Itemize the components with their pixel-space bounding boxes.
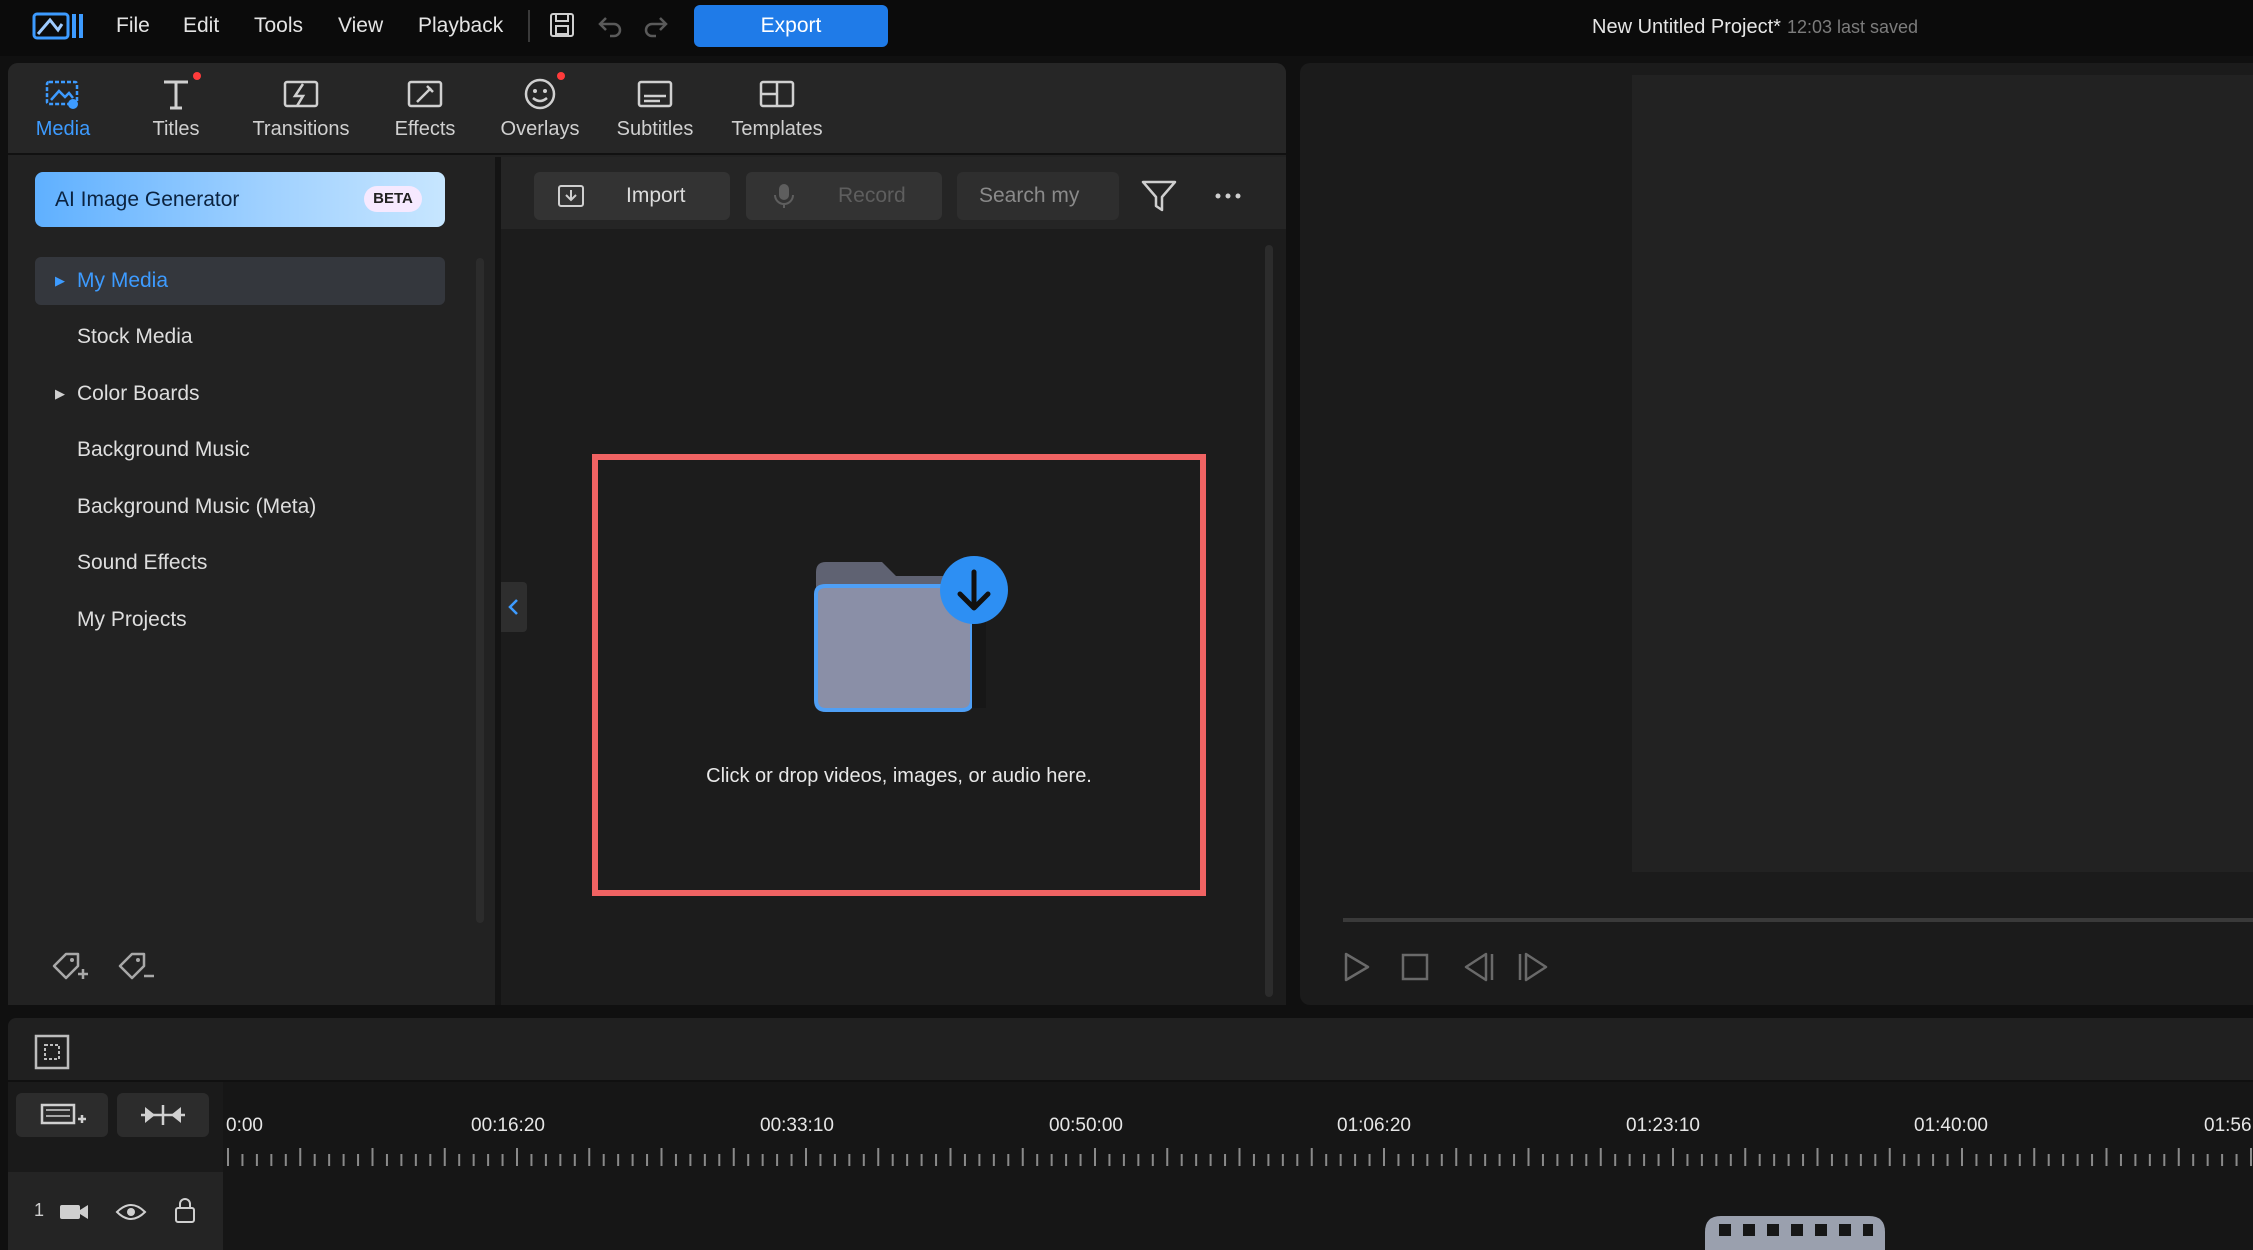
- menu-divider: [528, 10, 530, 42]
- menu-playback[interactable]: Playback: [418, 10, 503, 42]
- templates-icon: [757, 76, 797, 112]
- drop-zone-text: Click or drop videos, images, or audio h…: [706, 765, 1092, 787]
- tab-transitions-label: Transitions: [252, 118, 350, 140]
- expand-arrow-icon: ▶: [55, 386, 65, 401]
- tab-effects-label: Effects: [394, 118, 456, 140]
- sidebar-item-my-media[interactable]: ▶ My Media: [35, 257, 445, 305]
- sidebar-scrollbar[interactable]: [476, 258, 484, 923]
- add-track-button[interactable]: [16, 1093, 108, 1137]
- record-button[interactable]: Record: [746, 172, 942, 220]
- search-input[interactable]: Search my: [957, 172, 1119, 220]
- project-name: New Untitled Project*: [1592, 16, 1781, 38]
- import-label: Import: [626, 184, 686, 207]
- sidebar-item-label: Stock Media: [77, 325, 193, 348]
- tab-media[interactable]: Media: [8, 72, 118, 152]
- overlays-new-badge: [557, 72, 565, 80]
- tab-transitions[interactable]: Transitions: [245, 72, 357, 152]
- ruler-label: 00:33:10: [760, 1115, 834, 1136]
- sidebar-item-label: My Media: [77, 269, 169, 292]
- import-icon: [556, 182, 586, 210]
- video-track-icon: [58, 1200, 90, 1224]
- sidebar-item-label: Background Music (Meta): [77, 495, 317, 518]
- sidebar-item-background-music-meta[interactable]: Background Music (Meta): [35, 483, 445, 531]
- effects-icon: [405, 76, 445, 112]
- menu-tools[interactable]: Tools: [254, 10, 303, 42]
- tab-subtitles-label: Subtitles: [616, 118, 694, 140]
- media-scrollbar[interactable]: [1265, 245, 1273, 997]
- tab-titles[interactable]: Titles: [121, 72, 231, 152]
- sidebar-item-label: My Projects: [77, 608, 187, 631]
- tab-media-label: Media: [35, 118, 91, 140]
- expand-arrow-icon: ▶: [55, 273, 65, 288]
- lock-icon[interactable]: [173, 1196, 197, 1224]
- export-button[interactable]: Export: [694, 5, 888, 47]
- sidebar-item-label: Background Music: [77, 438, 250, 461]
- ruler-label: 01:56: [2204, 1115, 2252, 1136]
- titles-icon: [156, 76, 196, 112]
- menu-edit[interactable]: Edit: [183, 10, 219, 42]
- next-frame-icon[interactable]: [1516, 950, 1552, 984]
- titles-new-badge: [193, 72, 201, 80]
- media-icon: [43, 76, 83, 112]
- last-saved-label: 12:03 last saved: [1786, 17, 1919, 37]
- eye-icon[interactable]: [115, 1200, 147, 1224]
- transitions-icon: [281, 76, 321, 112]
- add-tag-icon[interactable]: [50, 948, 90, 984]
- ruler-label: 0:00: [226, 1115, 263, 1136]
- preview-screen: [1632, 75, 2253, 872]
- chevron-left-icon: [506, 596, 522, 618]
- save-icon[interactable]: [547, 10, 577, 40]
- import-button[interactable]: Import: [534, 172, 730, 220]
- ruler-label: 01:23:10: [1626, 1115, 1700, 1136]
- timeline-ruler[interactable]: [226, 1144, 2253, 1170]
- tab-templates[interactable]: Templates: [722, 72, 832, 152]
- stop-icon[interactable]: [1400, 952, 1430, 982]
- tab-overlays[interactable]: Overlays: [485, 72, 595, 152]
- beta-badge: BETA: [364, 186, 422, 212]
- preview-seek-bar[interactable]: [1343, 918, 2253, 922]
- subtitles-icon: [635, 76, 675, 112]
- timeline-selection-icon[interactable]: [32, 1032, 72, 1072]
- sidebar-item-label: Sound Effects: [77, 551, 208, 574]
- app-logo-icon: [32, 10, 86, 42]
- folder-download-icon: [812, 552, 1012, 712]
- ruler-label: 00:50:00: [1049, 1115, 1123, 1136]
- tab-titles-label: Titles: [152, 118, 200, 140]
- fit-to-window-icon: [139, 1101, 187, 1129]
- sidebar-item-label: Color Boards: [77, 382, 200, 405]
- overlays-icon: [520, 76, 560, 112]
- tab-templates-label: Templates: [731, 118, 823, 140]
- sidebar-item-sound-effects[interactable]: Sound Effects: [35, 539, 445, 587]
- redo-icon[interactable]: [642, 12, 670, 38]
- menu-file[interactable]: File: [116, 10, 150, 42]
- previous-frame-icon[interactable]: [1460, 950, 1496, 984]
- project-title: New Untitled Project* 12:03 last saved: [1592, 12, 1918, 42]
- track-number: 1: [34, 1200, 45, 1220]
- timeline-toolbar: [8, 1018, 2253, 1080]
- remove-tag-icon[interactable]: [116, 948, 156, 984]
- menu-view[interactable]: View: [338, 10, 383, 42]
- ruler-label: 01:40:00: [1914, 1115, 1988, 1136]
- add-track-icon: [38, 1099, 86, 1131]
- ruler-label: 00:16:20: [471, 1115, 545, 1136]
- filter-icon[interactable]: [1140, 178, 1178, 214]
- fit-timeline-button[interactable]: [117, 1093, 209, 1137]
- play-icon[interactable]: [1340, 950, 1372, 984]
- undo-icon[interactable]: [596, 12, 624, 38]
- tab-overlays-label: Overlays: [500, 118, 580, 140]
- tab-effects[interactable]: Effects: [370, 72, 480, 152]
- sidebar-item-background-music[interactable]: Background Music: [35, 426, 445, 474]
- sidebar-item-stock-media[interactable]: Stock Media: [35, 313, 445, 361]
- microphone-icon: [772, 182, 796, 210]
- ruler-label: 01:06:20: [1337, 1115, 1411, 1136]
- sidebar-item-color-boards[interactable]: ▶ Color Boards: [35, 370, 445, 418]
- record-label: Record: [838, 184, 906, 207]
- more-options-icon[interactable]: [1212, 184, 1244, 208]
- film-clip-icon: [1705, 1212, 1885, 1250]
- sidebar-item-my-projects[interactable]: My Projects: [35, 596, 445, 644]
- tab-subtitles[interactable]: Subtitles: [600, 72, 710, 152]
- collapse-sidebar-button[interactable]: [501, 582, 527, 632]
